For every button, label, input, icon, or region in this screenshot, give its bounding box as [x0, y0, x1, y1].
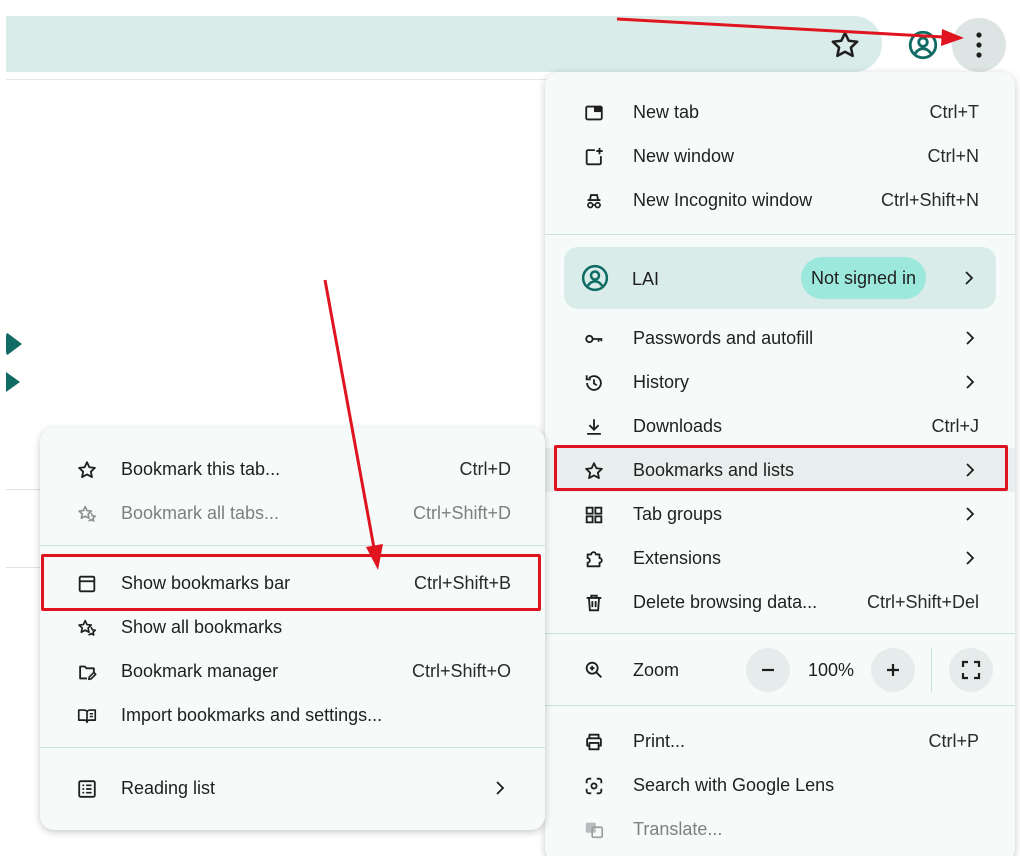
- highlight-show-bookmarks-bar: [41, 554, 541, 611]
- menu-item-delete-browsing-data[interactable]: Delete browsing data... Ctrl+Shift+Del: [545, 580, 1015, 624]
- browser-screenshot: New tab Ctrl+T New window Ctrl+N New Inc…: [0, 0, 1020, 856]
- extension-icon: [586, 551, 603, 568]
- new-window-icon: [585, 147, 603, 166]
- more-vert-icon: [976, 32, 982, 58]
- profile-icon: [581, 264, 609, 292]
- chevron-right-icon: [966, 375, 975, 389]
- submenu-item-show-all-bookmarks[interactable]: Show all bookmarks: [40, 605, 545, 649]
- submenu-item-bookmark-this-tab[interactable]: Bookmark this tab... Ctrl+D: [40, 447, 545, 491]
- browser-toolbar: [0, 0, 1020, 80]
- zoom-out-button[interactable]: [746, 648, 790, 692]
- key-icon: [585, 334, 603, 344]
- profile-button[interactable]: [906, 28, 940, 62]
- menu-item-print[interactable]: Print... Ctrl+P: [545, 719, 1015, 763]
- trash-icon: [586, 594, 602, 612]
- profile-icon: [908, 30, 938, 60]
- download-icon: [587, 419, 601, 435]
- profile-name: LAI: [632, 269, 660, 289]
- bookmark-star-button[interactable]: [828, 28, 862, 62]
- stars-icon: [78, 505, 97, 522]
- menu-profile-row[interactable]: LAI Not signed in: [564, 247, 996, 309]
- submenu-item-reading-list[interactable]: Reading list: [40, 766, 545, 810]
- stars-icon: [78, 619, 97, 636]
- highlight-bookmarks-and-lists: [554, 445, 1008, 491]
- submenu-item-import-bookmarks[interactable]: Import bookmarks and settings...: [40, 693, 545, 737]
- menu-separator: [545, 234, 1015, 235]
- menu-item-translate[interactable]: Translate...: [545, 807, 1015, 851]
- page-divider: [6, 79, 566, 80]
- fullscreen-button[interactable]: [949, 648, 993, 692]
- menu-item-new-tab[interactable]: New tab Ctrl+T: [545, 90, 1015, 134]
- menu-item-google-lens[interactable]: Search with Google Lens: [545, 763, 1015, 807]
- chevron-right-icon: [965, 271, 974, 285]
- translate-icon: [585, 822, 604, 839]
- zoom-in-button[interactable]: [871, 648, 915, 692]
- chrome-menu-button[interactable]: [952, 18, 1006, 72]
- zoom-divider: [931, 648, 932, 692]
- menu-zoom-row: Zoom 100%: [545, 644, 1015, 696]
- submenu-item-bookmark-all-tabs[interactable]: Bookmark all tabs... Ctrl+Shift+D: [40, 491, 545, 535]
- new-tab-icon: [585, 105, 603, 121]
- print-icon: [586, 733, 602, 751]
- chevron-right-icon: [966, 331, 975, 345]
- menu-separator: [545, 633, 1015, 634]
- history-icon: [585, 375, 602, 391]
- star-icon: [78, 461, 96, 478]
- reading-list-icon: [78, 780, 96, 798]
- incognito-icon: [587, 194, 601, 209]
- submenu-item-bookmark-manager[interactable]: Bookmark manager Ctrl+Shift+O: [40, 649, 545, 693]
- submenu-separator: [40, 747, 545, 748]
- plus-icon: [887, 664, 899, 676]
- minus-icon: [762, 668, 774, 672]
- page-logo-fragment: [6, 332, 22, 356]
- sign-in-status-badge: Not signed in: [801, 257, 927, 299]
- zoom-icon: [585, 661, 602, 678]
- menu-separator: [545, 705, 1015, 706]
- chevron-right-icon: [496, 781, 505, 795]
- page-logo-fragment: [6, 372, 20, 392]
- menu-item-history[interactable]: History: [545, 360, 1015, 404]
- submenu-separator: [40, 545, 545, 546]
- chevron-right-icon: [966, 551, 975, 565]
- address-bar[interactable]: [6, 16, 882, 72]
- menu-item-extensions[interactable]: Extensions: [545, 536, 1015, 580]
- bookmarks-submenu: Bookmark this tab... Ctrl+D Bookmark all…: [40, 428, 545, 830]
- chevron-right-icon: [966, 507, 975, 521]
- menu-item-new-window[interactable]: New window Ctrl+N: [545, 134, 1015, 178]
- fullscreen-icon: [961, 660, 981, 680]
- zoom-level: 100%: [807, 660, 855, 680]
- menu-item-downloads[interactable]: Downloads Ctrl+J: [545, 404, 1015, 448]
- tab-groups-icon: [585, 506, 603, 524]
- lens-icon: [585, 777, 603, 795]
- folder-edit-icon: [79, 665, 97, 681]
- menu-item-tab-groups[interactable]: Tab groups: [545, 492, 1015, 536]
- menu-item-passwords-autofill[interactable]: Passwords and autofill: [545, 316, 1015, 360]
- book-icon: [77, 709, 97, 724]
- menu-item-new-incognito-window[interactable]: New Incognito window Ctrl+Shift+N: [545, 178, 1015, 222]
- star-icon: [831, 31, 859, 58]
